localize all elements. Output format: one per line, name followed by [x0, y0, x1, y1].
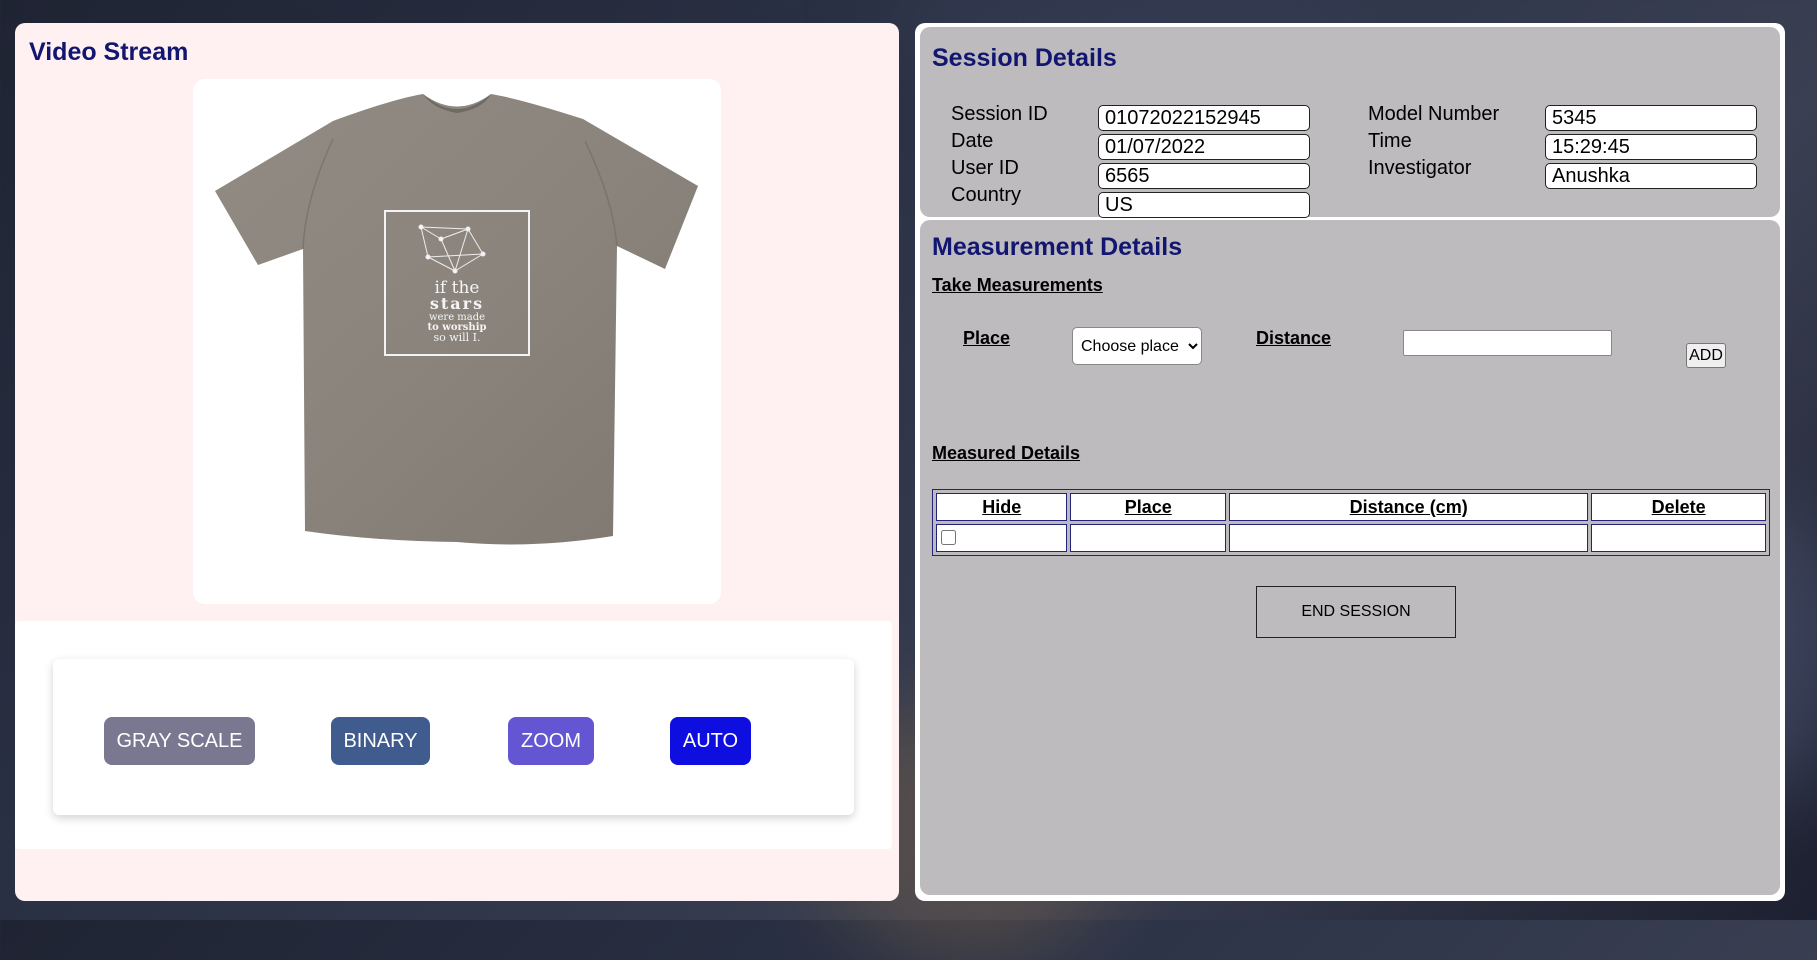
session-details-title: Session Details: [932, 44, 1117, 72]
measurement-details-section: Measurement Details Take Measurements Pl…: [920, 220, 1780, 895]
column-header-distance: Distance (cm): [1229, 493, 1589, 521]
delete-cell: [1591, 524, 1766, 552]
time-field[interactable]: [1545, 134, 1757, 160]
controls-card: GRAY SCALE BINARY ZOOM AUTO: [53, 659, 854, 815]
video-stream-panel: Video Stream if the stars were made to w…: [15, 23, 899, 901]
end-session-button[interactable]: END SESSION: [1256, 586, 1456, 638]
place-cell: [1070, 524, 1227, 552]
hide-cell: [936, 524, 1068, 552]
user-id-label: User ID: [951, 157, 1019, 179]
svg-text:so will I.: so will I.: [433, 331, 480, 344]
user-id-field[interactable]: [1098, 163, 1310, 189]
measured-details-heading: Measured Details: [932, 443, 1081, 463]
date-field[interactable]: [1098, 134, 1310, 160]
hide-checkbox[interactable]: [941, 530, 956, 546]
gray-scale-button[interactable]: GRAY SCALE: [104, 717, 255, 765]
zoom-button[interactable]: ZOOM: [508, 717, 594, 765]
table-header-row: Hide Place Distance (cm) Delete: [936, 493, 1766, 521]
controls-container: GRAY SCALE BINARY ZOOM AUTO: [15, 621, 892, 849]
session-details-section: Session Details Session ID Date User ID …: [920, 27, 1780, 218]
column-header-hide: Hide: [936, 493, 1068, 521]
place-select[interactable]: Choose place: [1072, 327, 1202, 365]
shirt-print-text: if the stars were made to worship so wil…: [427, 278, 486, 344]
country-label: Country: [951, 184, 1022, 206]
model-number-label: Model Number: [1368, 103, 1500, 125]
investigator-label: Investigator: [1368, 157, 1472, 179]
country-field[interactable]: [1098, 192, 1310, 218]
video-stream-title: Video Stream: [29, 38, 189, 66]
column-header-delete: Delete: [1591, 493, 1766, 521]
place-label: Place: [963, 328, 1011, 348]
investigator-field[interactable]: [1545, 163, 1757, 189]
session-id-label: Session ID: [951, 103, 1048, 125]
column-header-place: Place: [1070, 493, 1227, 521]
distance-input[interactable]: [1403, 330, 1612, 356]
distance-cell: [1229, 524, 1589, 552]
table-row: [936, 524, 1766, 552]
video-stream-frame: if the stars were made to worship so wil…: [193, 79, 721, 604]
binary-button[interactable]: BINARY: [331, 717, 430, 765]
date-label: Date: [951, 130, 994, 152]
session-id-field[interactable]: [1098, 105, 1310, 131]
details-panel: Session Details Session ID Date User ID …: [915, 23, 1785, 901]
tshirt-image: if the stars were made to worship so wil…: [215, 94, 698, 545]
distance-label: Distance: [1256, 328, 1332, 348]
auto-button[interactable]: AUTO: [670, 717, 751, 765]
take-measurements-heading: Take Measurements: [932, 275, 1103, 295]
model-number-field[interactable]: [1545, 105, 1757, 131]
measured-details-table: Hide Place Distance (cm) Delete: [932, 489, 1770, 556]
time-label: Time: [1368, 130, 1412, 152]
measurement-details-title: Measurement Details: [932, 233, 1183, 261]
svg-text:stars: stars: [430, 294, 484, 313]
add-button[interactable]: ADD: [1686, 343, 1726, 368]
